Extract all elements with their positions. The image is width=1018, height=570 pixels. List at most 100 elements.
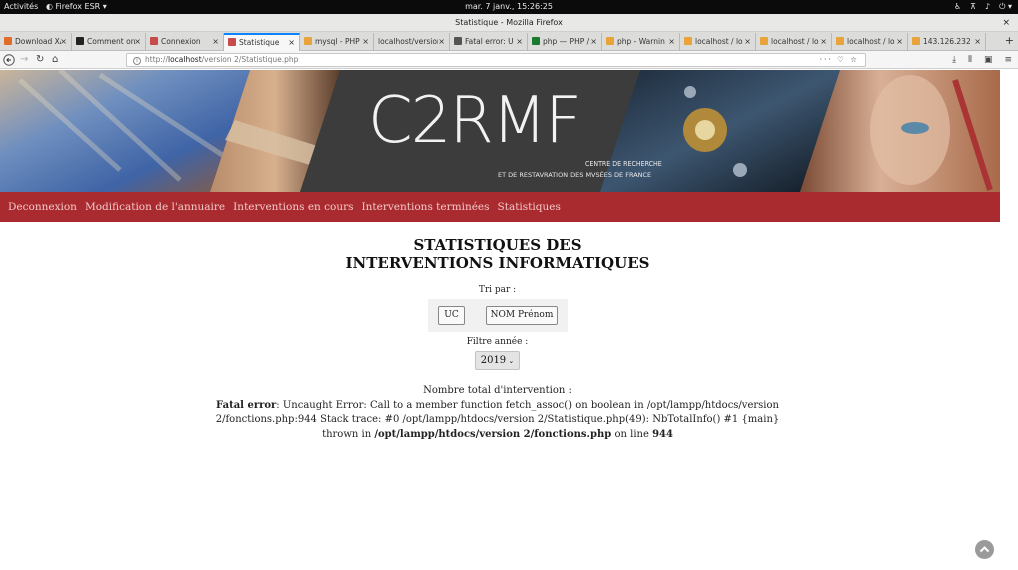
sort-by-uc-button[interactable]: UC xyxy=(438,306,465,325)
tab-favicon-icon xyxy=(760,37,768,45)
system-tray[interactable]: ♿ ⊼ ♪ ⏻ ▾ xyxy=(954,0,1012,14)
navigation-bar: → ↻ ⌂ i http://localhost/version 2/Statis… xyxy=(0,51,1018,69)
tab-favicon-icon xyxy=(836,37,844,45)
browser-tab[interactable]: 143.126.232 × xyxy=(908,33,986,51)
url-path: /version 2/Statistique.php xyxy=(201,55,299,64)
error-on-line: on line xyxy=(611,428,653,440)
tab-label: php — PHP / xyxy=(543,37,590,46)
browser-tab[interactable]: Fatal error: U × xyxy=(450,33,528,51)
menu-link[interactable]: Deconnexion xyxy=(8,192,77,222)
php-error-message: Fatal error: Uncaught Error: Call to a m… xyxy=(200,399,795,443)
browser-tab[interactable]: Download XA × xyxy=(0,33,72,51)
tab-favicon-icon xyxy=(454,37,462,45)
sort-button-group: UC NOM Prénom xyxy=(428,299,568,332)
browser-tab[interactable]: Statistique × xyxy=(224,33,300,51)
tab-favicon-icon xyxy=(684,37,692,45)
browser-tab[interactable]: php - Warnin × xyxy=(602,33,680,51)
tab-close-icon[interactable]: × xyxy=(974,33,981,50)
home-button[interactable]: ⌂ xyxy=(52,51,58,69)
tab-label: mysql - PHP xyxy=(315,37,360,46)
new-tab-button[interactable]: + xyxy=(1005,32,1014,50)
download-icon[interactable]: ⤓ xyxy=(952,51,956,69)
url-prefix: http:// xyxy=(145,55,168,64)
tab-close-icon[interactable]: × xyxy=(60,33,67,50)
tab-close-icon[interactable]: × xyxy=(438,33,445,50)
year-filter-label: Filtre année : xyxy=(466,337,529,347)
tab-favicon-icon xyxy=(150,37,158,45)
page-title-line2: INTERVENTIONS INFORMATIQUES xyxy=(345,254,650,272)
tab-favicon-icon xyxy=(4,37,12,45)
main-menu: Deconnexion Modification de l'annuaire Int… xyxy=(0,192,1000,222)
scroll-to-top-button[interactable] xyxy=(975,540,994,559)
reload-button[interactable]: ↻ xyxy=(36,51,44,69)
volume-icon[interactable]: ♪ xyxy=(985,0,990,14)
browser-tab[interactable]: localhost / lo × xyxy=(756,33,832,51)
tab-label: localhost / lo xyxy=(695,37,743,46)
library-icon[interactable]: ⫴ xyxy=(968,51,972,69)
site-logo: C2RMF xyxy=(368,84,582,158)
tab-label: php - Warnin xyxy=(617,37,665,46)
tab-favicon-icon xyxy=(76,37,84,45)
menu-link[interactable]: Interventions terminées xyxy=(362,192,490,222)
browser-tab[interactable]: localhost/version × xyxy=(374,33,450,51)
tab-label: 143.126.232 xyxy=(923,37,971,46)
sidebar-icon[interactable]: ▣ xyxy=(984,51,993,69)
url-host: localhost xyxy=(167,55,202,64)
browser-tab[interactable]: Connexion × xyxy=(146,33,224,51)
url-actions[interactable]: ··· ♡ ☆ xyxy=(820,54,859,66)
sort-label: Tri par : xyxy=(478,285,517,295)
tab-label: Fatal error: U xyxy=(465,37,514,46)
browser-tab[interactable]: localhost / lo × xyxy=(832,33,908,51)
info-icon[interactable]: i xyxy=(133,57,141,65)
error-prefix: Fatal error xyxy=(216,399,277,411)
tab-close-icon[interactable]: × xyxy=(516,33,523,50)
tab-close-icon[interactable]: × xyxy=(896,33,903,50)
logo-subtitle-line2: ET DE RESTAVRATION DES MVSÉES DE FRANCE xyxy=(498,171,652,179)
window-title: Statistique - Mozilla Firefox xyxy=(455,18,563,27)
sort-by-name-button[interactable]: NOM Prénom xyxy=(486,306,558,325)
tab-close-icon[interactable]: × xyxy=(212,33,219,50)
browser-tab[interactable]: Comment on × xyxy=(72,33,146,51)
tab-favicon-icon xyxy=(304,37,312,45)
power-icon[interactable]: ⏻ ▾ xyxy=(999,0,1012,14)
forward-button[interactable]: → xyxy=(20,51,28,69)
accessibility-icon[interactable]: ♿ xyxy=(954,0,961,14)
browser-tab[interactable]: localhost / lo × xyxy=(680,33,756,51)
tab-close-icon[interactable]: × xyxy=(744,33,751,50)
error-output: Nombre total d'intervention : Fatal erro… xyxy=(200,384,795,442)
tab-close-icon[interactable]: × xyxy=(288,35,295,50)
site-banner: C2RMF CENTRE DE RECHERCHE ET DE RESTAVRA… xyxy=(0,70,1000,192)
chevron-down-icon: ⌄ xyxy=(506,357,515,365)
tab-close-icon[interactable]: × xyxy=(362,33,369,50)
chevron-up-icon xyxy=(979,546,990,553)
menu-link[interactable]: Modification de l'annuaire xyxy=(85,192,225,222)
tab-favicon-icon xyxy=(228,38,236,46)
tab-label: localhost/version xyxy=(378,37,438,46)
tab-close-icon[interactable]: × xyxy=(590,33,597,50)
page-title-line1: STATISTIQUES DES xyxy=(413,236,582,254)
logo-subtitle-line1: CENTRE DE RECHERCHE xyxy=(585,160,662,168)
window-close-button[interactable]: × xyxy=(1002,14,1010,32)
tab-strip: + Download XA × Comment on × Connexion × Stati… xyxy=(0,32,1018,51)
browser-tab[interactable]: php — PHP / × xyxy=(528,33,602,51)
tab-label: Comment on xyxy=(87,37,135,46)
toolbar-icons: ⤓ ⫴ ▣ ≡ xyxy=(952,51,1012,69)
tab-label: localhost / lo xyxy=(847,37,895,46)
browser-tab[interactable]: mysql - PHP × xyxy=(300,33,374,51)
url-bar[interactable]: i http://localhost/version 2/Statistique.… xyxy=(126,53,866,67)
year-filter-select[interactable]: 2019 ⌄ xyxy=(475,351,520,370)
network-icon[interactable]: ⊼ xyxy=(970,0,976,14)
tab-close-icon[interactable]: × xyxy=(820,33,827,50)
window-title-bar: Statistique - Mozilla Firefox × xyxy=(0,14,1018,32)
menu-link[interactable]: Interventions en cours xyxy=(233,192,353,222)
tab-label: Connexion xyxy=(161,37,201,46)
tab-close-icon[interactable]: × xyxy=(134,33,141,50)
clock[interactable]: mar. 7 janv., 15:26:25 xyxy=(0,0,1018,14)
page-title: STATISTIQUES DES INTERVENTIONS INFORMATI… xyxy=(0,236,995,272)
year-filter-value: 2019 xyxy=(480,355,507,366)
system-top-bar: Activités ◐ Firefox ESR ▾ mar. 7 janv., … xyxy=(0,0,1018,14)
tab-favicon-icon xyxy=(606,37,614,45)
tab-close-icon[interactable]: × xyxy=(668,33,675,50)
menu-link[interactable]: Statistiques xyxy=(498,192,561,222)
menu-icon[interactable]: ≡ xyxy=(1004,51,1012,69)
